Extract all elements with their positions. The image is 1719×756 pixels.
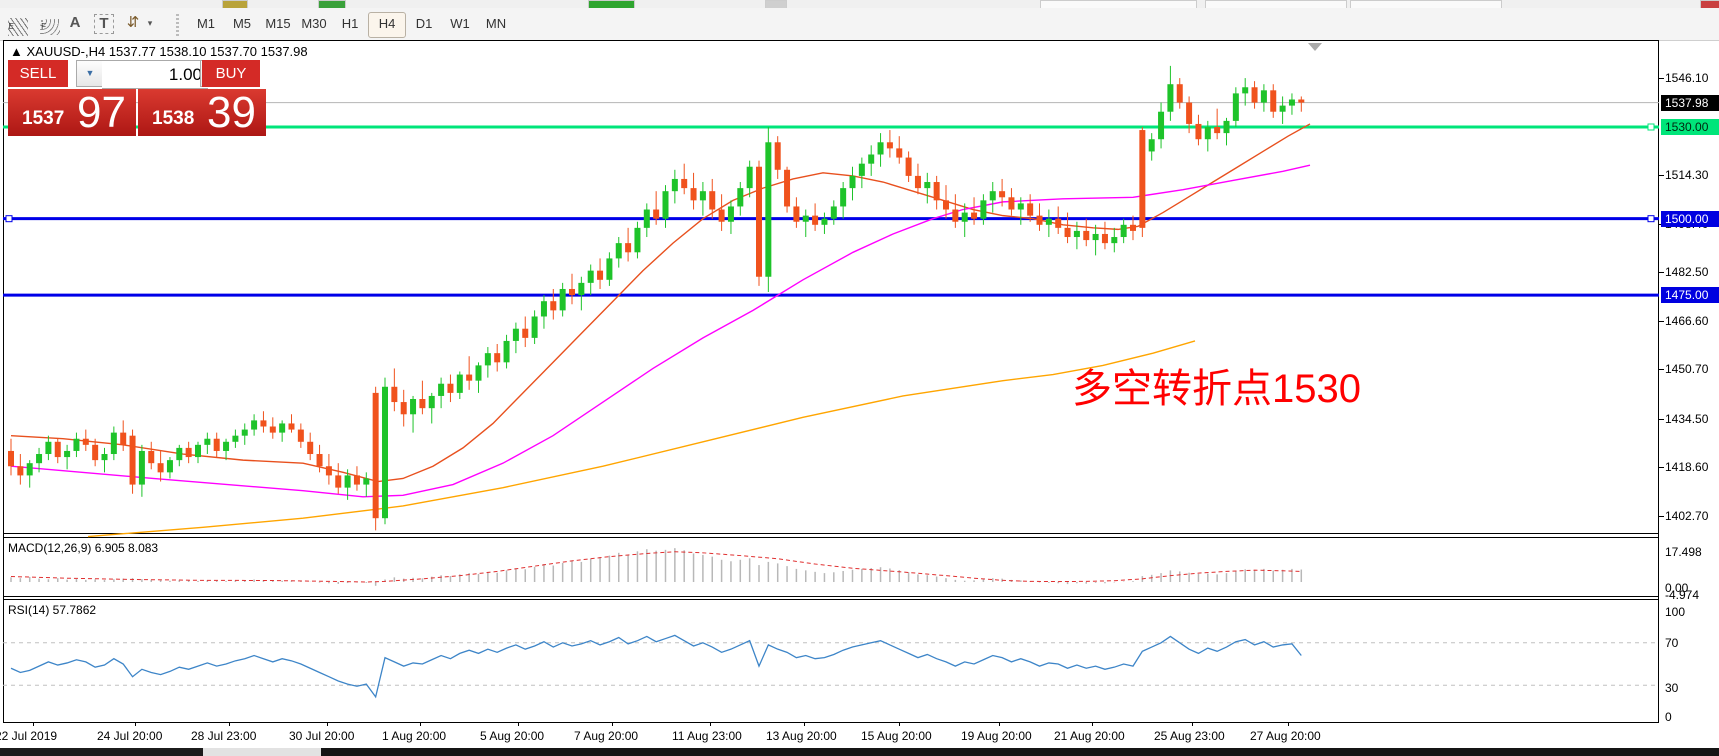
buy-price-box[interactable]: 1538 39 [138,88,266,137]
sell-price-main: 1537 [22,108,65,129]
sell-price-box[interactable]: 1537 97 [8,88,136,137]
time-tick-mark [33,722,34,726]
time-tick-mark [135,722,136,726]
time-tick-mark [899,722,900,726]
price-badge-1530-00: 1530.00 [1661,119,1719,135]
scroll-to-end-marker[interactable] [1308,43,1322,51]
mt4-window: E F A T ⇵ ▾ M1 M5 M15 M30 H1 H4 D1 W1 MN ▲ XAUUS… [0,0,1719,756]
timeframe-button-h4[interactable]: H4 [368,12,406,38]
indicator-axis-label: 30 [1665,681,1679,695]
timeframe-button-m15[interactable]: M15 [260,12,296,36]
price-tick-label: 1450.70 [1665,362,1709,377]
chart-bottom-border [3,722,1659,723]
time-tick-label: 24 Jul 20:00 [97,729,163,743]
macd-chart[interactable] [3,538,1659,596]
time-tick-mark [518,722,519,726]
volume-input[interactable] [102,60,208,89]
time-tick-label: 30 Jul 20:00 [289,729,355,743]
time-tick-label: 22 Jul 2019 [0,729,58,743]
indicator-axis-label: 100 [1665,605,1686,619]
macd-rsi-divider[interactable] [3,596,1659,597]
sell-button[interactable]: SELL [8,60,68,87]
price-badge-1500-00: 1500.00 [1661,210,1719,227]
chart-title-ohlc: ▲ XAUUSD-,H4 1537.77 1538.10 1537.70 153… [10,44,308,59]
arrows-dropdown-caret[interactable]: ▾ [144,11,156,35]
time-tick-label: 13 Aug 20:00 [766,729,837,743]
time-tick-label: 25 Aug 23:00 [1154,729,1225,743]
time-tick-label: 27 Aug 20:00 [1250,729,1321,743]
time-tick-mark [327,722,328,726]
buy-price-pips: 39 [207,88,256,137]
price-tick-label: 1418.60 [1665,460,1709,475]
price-tick-mark [1659,174,1664,176]
timeframe-button-h1[interactable]: H1 [332,12,368,36]
text-icon[interactable]: A [66,11,84,35]
time-tick-mark [710,722,711,726]
rsi-chart[interactable] [3,600,1659,722]
timeframe-button-w1[interactable]: W1 [442,12,478,36]
timeframe-group: M1 M5 M15 M30 H1 H4 D1 W1 MN [188,12,514,38]
time-tick-mark [999,722,1000,726]
chart-annotation-text[interactable]: 多空转折点1530 [1072,356,1361,414]
buy-button[interactable]: BUY [202,60,260,87]
time-tick-label: 15 Aug 20:00 [861,729,932,743]
taskbar-segment [203,748,321,756]
rsi-label: RSI(14) 57.7862 [8,603,97,617]
price-tick-mark [1659,272,1664,274]
price-tick-label: 1482.50 [1665,265,1709,280]
indicator-axis-label: 17.498 [1665,545,1702,559]
time-tick-label: 19 Aug 20:00 [961,729,1032,743]
toolbar-separator [176,14,179,36]
price-tick-mark [1659,418,1664,420]
timeframe-button-m30[interactable]: M30 [296,12,332,36]
timeframe-button-m5[interactable]: M5 [224,12,260,36]
time-tick-label: 7 Aug 20:00 [574,729,639,743]
one-click-trading-panel: SELL ▼ ▲ BUY 1537 97 1538 39 [8,60,266,137]
time-tick-mark [420,722,421,726]
indicator-axis-label: 70 [1665,636,1679,650]
sell-price-pips: 97 [77,88,126,137]
time-tick-mark [612,722,613,726]
macd-label: MACD(12,26,9) 6.905 8.083 [8,541,159,555]
price-tick-mark [1659,320,1664,322]
time-tick-mark [229,722,230,726]
time-tick-mark [804,722,805,726]
arrows-icon[interactable]: ⇵ [124,11,142,35]
label-icon[interactable]: T [94,14,114,34]
price-tick-mark [1659,369,1664,371]
price-tick-mark [1659,77,1664,79]
timeframe-button-m1[interactable]: M1 [188,12,224,36]
price-tick-label: 1546.10 [1665,70,1709,85]
price-badge-1475-00: 1475.00 [1661,287,1719,304]
time-tick-label: 21 Aug 20:00 [1054,729,1125,743]
price-tick-label: 1402.70 [1665,509,1709,524]
time-tick-label: 1 Aug 20:00 [382,729,447,743]
taskbar-segment [321,748,1719,756]
timeframe-button-d1[interactable]: D1 [406,12,442,36]
time-tick-mark [1092,722,1093,726]
price-tick-label: 1514.30 [1665,167,1709,182]
toolbar: E F A T ⇵ ▾ M1 M5 M15 M30 H1 H4 D1 W1 MN [0,8,1719,41]
time-tick-label: 5 Aug 20:00 [480,729,545,743]
price-badge-1537-98: 1537.98 [1661,94,1719,111]
indicator-axis-label: -4.974 [1665,588,1700,602]
time-tick-mark [1288,722,1289,726]
time-tick-label: 11 Aug 23:00 [672,729,742,743]
time-tick-mark [1192,722,1193,726]
price-tick-mark [1659,516,1664,518]
time-tick-label: 28 Jul 23:00 [191,729,257,743]
indicator-axis-label: 0 [1665,710,1672,724]
volume-decrease-button[interactable]: ▼ [76,60,104,87]
buy-price-main: 1538 [152,108,195,129]
price-tick-label: 1434.50 [1665,411,1709,426]
price-tick-mark [1659,467,1664,469]
timeframe-button-mn[interactable]: MN [478,12,514,36]
price-tick-label: 1466.60 [1665,313,1709,328]
taskbar-segment [0,748,203,756]
